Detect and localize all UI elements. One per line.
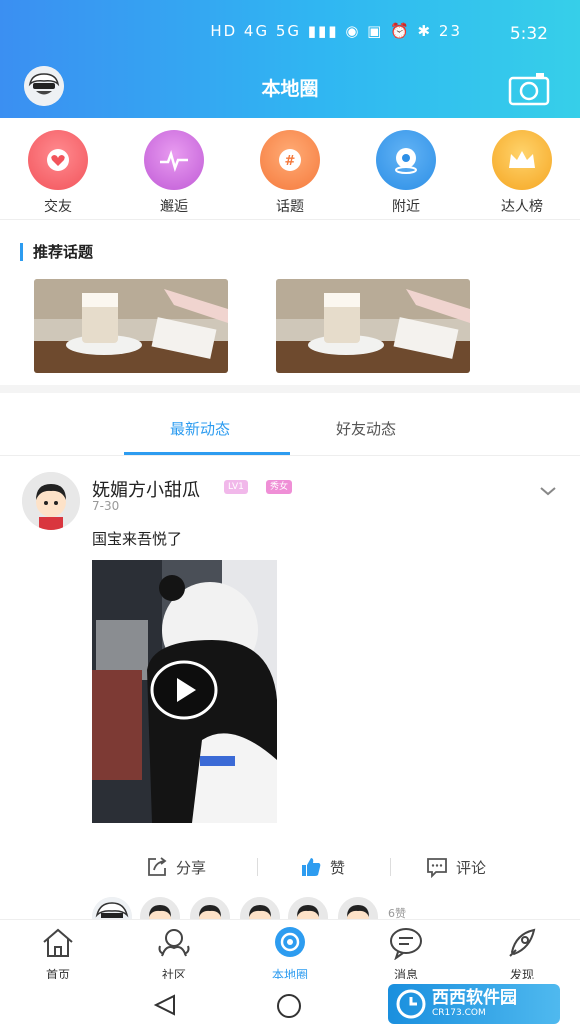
likers-row: 6赞 bbox=[0, 897, 580, 921]
chevron-down-icon[interactable] bbox=[538, 484, 558, 498]
watermark-icon bbox=[396, 989, 426, 1019]
category-row: 交友 邂逅 # 话题 附近 达人榜 bbox=[0, 118, 580, 220]
active-tab-indicator bbox=[124, 452, 290, 455]
camera-icon[interactable] bbox=[508, 70, 550, 106]
message-icon bbox=[390, 928, 422, 961]
pulse-icon bbox=[144, 130, 204, 190]
tab-latest[interactable]: 最新动态 bbox=[170, 418, 230, 439]
category-leaderboard[interactable]: 达人榜 bbox=[482, 130, 562, 216]
status-bar: HD 4G 5G ▮▮▮ ◉ ▣ ⏰ ✱ 23 5:32 bbox=[0, 0, 580, 62]
category-topics[interactable]: # 话题 bbox=[250, 130, 330, 216]
feed-tabs: 最新动态 好友动态 bbox=[0, 400, 580, 456]
comment-icon bbox=[427, 858, 447, 878]
nav-discover[interactable]: 发现 bbox=[482, 926, 562, 983]
thumbs-up-icon bbox=[302, 858, 321, 876]
category-nearby[interactable]: 附近 bbox=[366, 130, 446, 216]
title-badge: 秀女 bbox=[266, 480, 293, 494]
rocket-icon bbox=[509, 928, 536, 957]
liker-avatar[interactable] bbox=[240, 897, 280, 921]
play-icon[interactable] bbox=[150, 660, 218, 720]
liker-avatar[interactable] bbox=[190, 897, 230, 921]
app-header: HD 4G 5G ▮▮▮ ◉ ▣ ⏰ ✱ 23 5:32 本地圈 bbox=[0, 0, 580, 118]
watermark-logo: 西西软件园 CR173.COM bbox=[388, 984, 560, 1024]
page-title: 本地圈 bbox=[261, 78, 319, 100]
share-icon bbox=[148, 857, 167, 876]
post-text: 国宝来吾悦了 bbox=[92, 530, 183, 548]
recommended-topics: 推荐话题 bbox=[0, 221, 580, 393]
tab-friends[interactable]: 好友动态 bbox=[336, 418, 396, 439]
heart-icon bbox=[28, 130, 88, 190]
svg-text:#: # bbox=[285, 154, 296, 169]
home-circle-icon[interactable] bbox=[276, 993, 302, 1019]
liker-avatar[interactable] bbox=[92, 897, 132, 921]
topic-thumbnail[interactable] bbox=[34, 279, 228, 373]
comment-button[interactable]: 评论 bbox=[426, 856, 486, 878]
crown-icon bbox=[492, 130, 552, 190]
action-divider bbox=[390, 858, 391, 876]
section-title: 推荐话题 bbox=[20, 243, 93, 261]
location-icon bbox=[376, 130, 436, 190]
like-button[interactable]: 赞 bbox=[300, 856, 345, 878]
status-icons: HD 4G 5G ▮▮▮ ◉ ▣ ⏰ ✱ 23 bbox=[210, 22, 462, 40]
hashtag-icon: # bbox=[260, 130, 320, 190]
post-avatar[interactable] bbox=[22, 472, 80, 530]
status-time: 5:32 bbox=[509, 24, 548, 44]
home-icon bbox=[43, 928, 73, 957]
level-badge: LV1 bbox=[224, 480, 248, 494]
post-actions: 分享 赞 评论 bbox=[0, 850, 580, 886]
bottom-nav: 首页 社区 本地圈 消息 发现 bbox=[0, 919, 580, 982]
nav-community[interactable]: 社区 bbox=[134, 926, 214, 983]
share-button[interactable]: 分享 bbox=[146, 856, 206, 878]
post-date: 7-30 bbox=[92, 499, 120, 513]
community-icon bbox=[158, 929, 190, 957]
nav-local-circle[interactable]: 本地圈 bbox=[250, 926, 330, 983]
action-divider bbox=[257, 858, 258, 876]
nav-home[interactable]: 首页 bbox=[18, 926, 98, 983]
topic-thumbnail[interactable] bbox=[276, 279, 470, 373]
liker-avatar[interactable] bbox=[288, 897, 328, 921]
category-encounter[interactable]: 邂逅 bbox=[134, 130, 214, 216]
nav-messages[interactable]: 消息 bbox=[366, 926, 446, 983]
liker-avatar[interactable] bbox=[140, 897, 180, 921]
back-icon[interactable] bbox=[152, 993, 178, 1017]
local-circle-icon bbox=[275, 927, 305, 957]
category-dating[interactable]: 交友 bbox=[18, 130, 98, 216]
liker-avatar[interactable] bbox=[338, 897, 378, 921]
